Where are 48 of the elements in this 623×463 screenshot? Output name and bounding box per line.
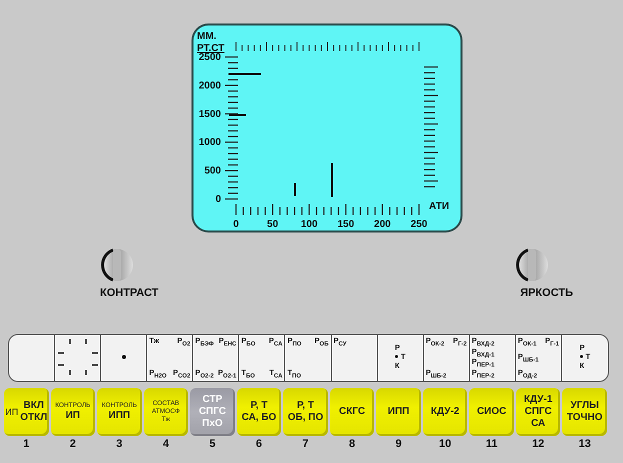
- knob-label: КОНТРАСТ: [100, 287, 158, 299]
- y-axis-label: 1500: [198, 108, 221, 120]
- y-axis-label: 1000: [198, 137, 221, 148]
- rotary-knob[interactable]: [99, 247, 136, 283]
- button-number: 13: [578, 438, 591, 450]
- button-number: 8: [348, 438, 356, 450]
- indicator-bar: [229, 73, 261, 75]
- crosshair-ticks-icon: [58, 338, 98, 374]
- panel-button[interactable]: УГЛЫ ТОЧНО: [562, 388, 607, 436]
- x-unit-label: АТИ: [429, 201, 450, 212]
- panel-button[interactable]: СИОС: [469, 388, 514, 436]
- panel-button[interactable]: СКГС: [330, 388, 374, 436]
- x-axis-label: 250: [410, 219, 428, 230]
- y-unit-label: РТ.СТ: [197, 43, 224, 54]
- button-number: 4: [162, 438, 169, 450]
- button-number: 3: [116, 438, 122, 450]
- indicator-bar: [229, 114, 246, 116]
- button-number: 5: [209, 438, 216, 450]
- dot-icon: [394, 355, 398, 358]
- x-axis-label: 50: [267, 219, 278, 230]
- dot-icon: [580, 355, 583, 358]
- y-axis-label: 0: [215, 194, 221, 205]
- panel-button[interactable]: КДУ-1 СПГС СА: [516, 388, 560, 436]
- button-number: 2: [70, 438, 76, 450]
- rotary-knob[interactable]: [514, 247, 550, 283]
- indicator-bar: [331, 163, 333, 197]
- x-axis-label: 200: [374, 219, 391, 230]
- y-unit-label: ММ.: [197, 31, 216, 42]
- x-axis-label: 150: [337, 219, 354, 230]
- button-number: 11: [486, 438, 498, 450]
- button-number: 12: [532, 438, 544, 450]
- y-axis-label: 2000: [198, 80, 221, 92]
- panel-button[interactable]: КДУ-2: [422, 388, 468, 436]
- x-axis-label: 100: [300, 219, 318, 230]
- button-number: 10: [438, 438, 452, 450]
- y-axis-label: 500: [204, 166, 221, 177]
- panel-button[interactable]: Р, Т ОБ, ПО: [283, 388, 328, 436]
- knob-label: ЯРКОСТЬ: [520, 287, 573, 299]
- button-number: 9: [396, 438, 402, 450]
- button-number: 1: [23, 438, 30, 450]
- dot-icon: [122, 354, 126, 358]
- panel-button[interactable]: Р, Т СА, БО: [236, 388, 282, 436]
- button-number: 7: [302, 438, 309, 450]
- y-axis-label: 2500: [198, 52, 221, 63]
- panel-button[interactable]: ИПП: [376, 388, 421, 436]
- x-axis-label: 0: [233, 219, 239, 230]
- indicator-bar: [294, 183, 296, 196]
- button-number: 6: [256, 438, 262, 450]
